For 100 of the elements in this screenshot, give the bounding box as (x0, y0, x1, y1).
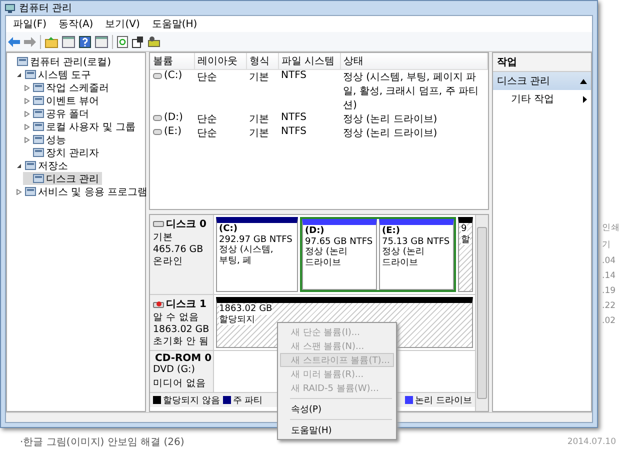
node-icon (33, 174, 44, 184)
table-cell: 기본 (246, 70, 278, 112)
table-cell-text: NTFS (280, 126, 308, 139)
table-cell-text: 정상 (논리 드라이브) (342, 113, 438, 126)
node-icon (33, 108, 44, 118)
background-text: .04 (602, 256, 617, 266)
folder-up-icon[interactable] (45, 36, 58, 48)
partition-block[interactable]: 9 할 (458, 217, 473, 292)
node-icon (17, 56, 28, 66)
menu-item[interactable]: 도움말(H) (146, 17, 202, 31)
tree-item[interactable]: 시스템 도구 (15, 68, 94, 81)
disk-warning-icon (153, 300, 164, 308)
background-link[interactable]: ·한글 그림(이미지) 안보임 해결 (26) (20, 434, 184, 448)
background-date: 2014.07.10 (567, 436, 616, 446)
expand-icon[interactable] (24, 124, 30, 130)
back-arrow-icon[interactable] (8, 36, 20, 46)
table-cell-text: 단순 (196, 127, 218, 140)
node-icon (33, 148, 44, 158)
disk-tool-icon[interactable] (148, 36, 160, 48)
expand-icon[interactable] (24, 84, 30, 90)
menu-item[interactable]: 동작(A) (54, 17, 98, 31)
disk-name: CD-ROM 0 (155, 353, 212, 364)
extended-partition[interactable]: (D:) 97.65 GB NTFS 정상 (논리 드라이브 (E:) 75.13 GB NTFS 정상 (논리 드라이브 (300, 217, 456, 292)
disk-detail: 1863.02 GB (153, 324, 210, 335)
node-icon (33, 122, 44, 132)
disk-detail: 온라인 (153, 255, 184, 268)
disk-name: 디스크 1 (166, 298, 206, 311)
node-icon (33, 82, 44, 92)
collapse-icon[interactable] (16, 72, 22, 78)
disk-detail: 미디어 없음 (153, 377, 208, 390)
refresh-icon[interactable] (117, 36, 128, 48)
column-header[interactable]: 상태 (340, 53, 488, 70)
column-header[interactable]: 레이아웃 (194, 53, 246, 70)
tree-item[interactable]: 로컬 사용자 및 그룹 (23, 120, 139, 133)
background-text: 인쇄 (602, 222, 620, 234)
collapse-icon[interactable] (16, 162, 22, 168)
table-cell: (D:) (164, 112, 183, 123)
partition-block[interactable]: (E:) 75.13 GB NTFS 정상 (논리 드라이브 (379, 219, 454, 290)
menu-item[interactable]: 파일(F) (8, 17, 52, 31)
disk-name: 디스크 0 (166, 218, 206, 231)
tree-item[interactable]: 장치 관리자 (23, 146, 102, 159)
background-text: 기 (602, 239, 612, 251)
properties-icon[interactable] (132, 36, 144, 48)
scrollbar[interactable] (475, 215, 488, 411)
column-header[interactable]: 형식 (246, 53, 278, 70)
disk-detail: 초기화 안 됨 (153, 335, 210, 348)
drive-icon (153, 72, 162, 78)
panel-icon[interactable] (62, 36, 75, 48)
node-icon (25, 160, 36, 170)
actions-title: 작업 (493, 53, 591, 72)
scrollbar-thumb[interactable] (477, 227, 487, 399)
action-item[interactable]: 기타 작업 (493, 90, 591, 108)
background-text: .14 (602, 271, 617, 281)
tree-item[interactable]: 공유 폴더 (23, 107, 92, 120)
node-icon (25, 70, 36, 80)
disk-detail: 알 수 없음 (153, 311, 200, 324)
table-cell-text: 단순 (196, 113, 218, 126)
menu-option[interactable]: 도움말(H) (280, 423, 394, 437)
disk-detail: 기본 (153, 231, 174, 244)
tree-item[interactable]: 컴퓨터 관리(로컬) (7, 55, 114, 68)
table-cell: (E:) (164, 126, 182, 137)
expand-icon[interactable] (24, 136, 30, 142)
tree-item[interactable]: 작업 스케줄러 (23, 81, 112, 94)
table-cell-text: 기본 (248, 113, 270, 126)
panel-icon[interactable] (95, 36, 108, 48)
menu-item[interactable]: 보기(V) (100, 17, 145, 31)
collapse-icon[interactable] (580, 78, 587, 84)
legend-label: 할당되지 않음 (163, 394, 220, 406)
column-header[interactable]: 볼륨 (150, 53, 194, 70)
legend-label: 논리 드라이브 (415, 394, 472, 406)
table-cell-text: 기본 (248, 127, 270, 140)
node-icon (25, 186, 36, 196)
disk-detail: DVD (G:) (153, 364, 196, 375)
table-cell: 정상 (시스템, 부팅, 페이지 파일, 활성, 크래시 덤프, 주 파티션) (340, 70, 488, 112)
partition-block[interactable]: (D:) 97.65 GB NTFS 정상 (논리 드라이브 (302, 219, 377, 290)
table-cell: (C:) (164, 70, 182, 81)
tree-item[interactable]: 이벤트 뷰어 (23, 94, 102, 107)
forward-arrow-icon[interactable] (24, 36, 36, 46)
legend-label: 주 파티 (232, 394, 263, 406)
background-text: .19 (602, 286, 617, 296)
node-icon (33, 96, 44, 106)
computer-icon (5, 4, 15, 12)
expand-icon[interactable] (24, 110, 30, 116)
tree-item[interactable]: 디스크 관리 (23, 172, 102, 185)
node-icon (33, 134, 44, 144)
menu-option[interactable]: 속성(P) (280, 402, 394, 416)
background-text: .02 (602, 316, 617, 326)
partition-block[interactable]: (C:) 292.97 GB NTFS 정상 (시스템, 부팅, 페 (216, 217, 298, 292)
tree-item[interactable]: 서비스 및 응용 프로그램 (15, 185, 151, 198)
column-header[interactable]: 파일 시스템 (278, 53, 340, 70)
expand-icon[interactable] (24, 98, 30, 104)
table-cell-text: NTFS (280, 112, 308, 125)
tree-item[interactable]: 성능 (23, 133, 69, 146)
submenu-arrow-icon (583, 96, 587, 102)
tree-item[interactable]: 저장소 (15, 159, 71, 172)
expand-icon[interactable] (16, 188, 22, 194)
help-icon[interactable] (79, 36, 91, 48)
background-text: .22 (602, 301, 617, 311)
table-cell: NTFS (278, 70, 340, 112)
action-section[interactable]: 디스크 관리 (493, 72, 591, 90)
